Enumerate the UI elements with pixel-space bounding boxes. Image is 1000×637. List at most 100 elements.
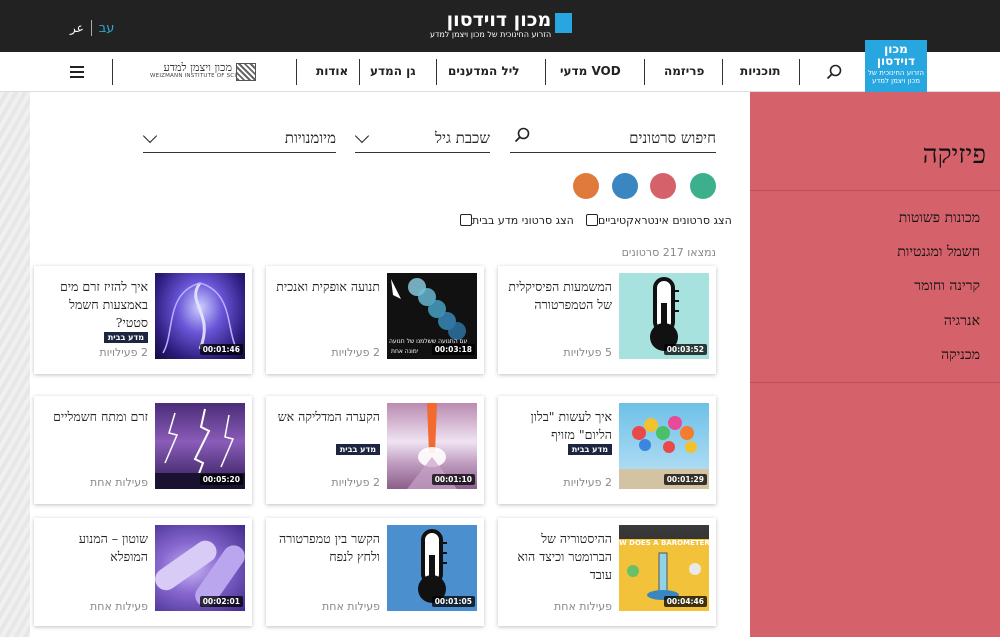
video-title[interactable]: איך להזיז זרם מים באמצעות חשמל סטטי? [44,278,148,332]
main-nav: מכון ויצמן למדע WEIZMANN INSTITUTE OF SC… [0,52,1000,92]
video-activities: 2 פעילויות [331,476,380,489]
hamburger-menu-icon[interactable] [70,66,84,78]
thumb-caption: ימונה אחת [391,348,419,355]
video-title[interactable]: זרם ומתח חשמליים [44,408,148,426]
video-duration: 00:01:46 [199,344,243,355]
video-duration: 00:01:05 [431,596,475,607]
corner-logo-line2: דוידסון [876,54,916,68]
sidebar-item-radiation[interactable]: קרינה וחומר [750,278,1000,295]
video-duration: 00:01:10 [431,474,475,485]
nav-divider [644,59,645,85]
color-filter-green[interactable] [690,173,716,199]
logo-subtitle: הזרוע החינוכית של מכון ויצמן למדע [430,30,552,39]
nav-item-science-garden[interactable]: גן המדע [370,64,416,78]
video-title[interactable]: שוטון – המנוע המופלא [44,530,148,566]
video-duration: 00:03:52 [663,344,707,355]
chevron-down-icon [142,128,158,144]
video-thumbnail[interactable]: W DOES A BAROMETER WOR 00:04:46 [619,525,709,611]
video-card[interactable]: 00:01:46 איך להזיז זרם מים באמצעות חשמל … [34,266,252,374]
video-thumbnail[interactable]: 00:01:10 [387,403,477,489]
video-card[interactable]: 00:02:01 שוטון – המנוע המופלא פעילות אחת [34,518,252,626]
video-title[interactable]: הקשר בין טמפרטורה ולחץ לנפח [276,530,380,566]
sidebar-item-energy[interactable]: אנרגיה [750,313,1000,330]
nav-divider [359,59,360,85]
video-title[interactable]: המשמעות הפיסיקלית של הטמפרטורה [508,278,612,314]
video-thumbnail[interactable]: 00:05:20 [155,403,245,489]
video-activities: פעילות אחת [322,600,380,613]
sidebar-item-mechanics[interactable]: מכניקה [750,347,1000,364]
corner-logo-tagline: הזרוע החינוכית של מכון ויצמן למדע [868,69,924,85]
video-thumbnail[interactable]: 00:03:52 [619,273,709,359]
video-activities: 2 פעילויות [331,346,380,359]
grade-label: שכבת גיל [435,129,490,147]
nav-divider [436,59,437,85]
video-card[interactable]: 00:01:10 הקערה המדליקה אש מדע בבית 2 פעי… [266,396,484,504]
decorative-stripes [0,92,30,637]
search-icon[interactable] [514,127,530,143]
video-thumbnail[interactable]: 00:01:46 [155,273,245,359]
weizmann-emblem-icon [236,63,256,81]
search-icon[interactable] [826,64,842,80]
language-switcher: عر עב [70,20,114,36]
subject-sidebar: פיזיקה מכונות פשוטות חשמל ומגנטיות קרינה… [750,92,1000,637]
grade-dropdown[interactable]: שכבת גיל [354,127,490,153]
video-duration: 00:01:29 [663,474,707,485]
logo-title: מכון דוידסון [446,9,552,31]
lang-arabic-link[interactable]: عر [70,21,84,35]
nav-item-vod[interactable]: VOD מדעי [560,64,621,78]
logo-speech-square-icon [555,13,572,33]
video-card[interactable]: עם התנועה ששלמנו של תנועה ימונה אחת 00:0… [266,266,484,374]
video-duration: 00:02:01 [199,596,243,607]
home-science-checkbox[interactable]: הצג סרטוני מדע בבית [456,212,574,228]
nav-item-programs[interactable]: תוכניות [740,64,780,78]
weizmann-logo[interactable]: מכון ויצמן למדע WEIZMANN INSTITUTE OF SC… [150,61,260,83]
nav-item-prisma[interactable]: פריזמה [664,64,704,78]
video-card[interactable]: 00:05:20 זרם ומתח חשמליים פעילות אחת [34,396,252,504]
color-filter-orange[interactable] [573,173,599,199]
video-activities: פעילות אחת [90,600,148,613]
video-card[interactable]: 00:03:52 המשמעות הפיסיקלית של הטמפרטורה … [498,266,716,374]
video-thumbnail[interactable]: 00:01:29 [619,403,709,489]
color-filter-blue[interactable] [612,173,638,199]
checkbox-box[interactable] [460,214,472,226]
interactive-videos-checkbox[interactable]: הצג סרטונים אינטראקטיביים [582,212,732,228]
checkbox-box[interactable] [586,214,598,226]
video-title[interactable]: תנועה אופקית ואנכית [276,278,380,296]
results-count: נמצאו 217 סרטונים [621,246,716,259]
video-card[interactable]: W DOES A BAROMETER WOR 00:04:46 ההיסטורי… [498,518,716,626]
video-activities: פעילות אחת [554,600,612,613]
video-duration: 00:03:18 [431,344,475,355]
sidebar-divider [750,382,1000,383]
video-search-input[interactable]: חיפוש סרטונים [510,127,716,153]
nav-divider [545,59,546,85]
nav-divider [722,59,723,85]
top-bar: عر עב מכון דוידסון הזרוע החינוכית של מכו… [0,0,1000,52]
sidebar-item-simple-machines[interactable]: מכונות פשוטות [750,210,1000,227]
video-title[interactable]: הקערה המדליקה אש [276,408,380,426]
nav-divider [112,59,113,85]
video-duration: 00:05:20 [199,474,243,485]
skills-dropdown[interactable]: מיומנויות [142,127,336,153]
lang-hebrew-link[interactable]: עב [99,21,115,36]
video-activities: פעילות אחת [90,476,148,489]
video-card[interactable]: 00:01:29 איך לעשות "בלון הליום" מזויף מד… [498,396,716,504]
home-science-badge: מדע בבית [335,444,380,455]
nav-divider [799,59,800,85]
video-title[interactable]: ההיסטוריה של הברומטר וכיצד הוא עובד [508,530,612,584]
home-science-badge: מדע בבית [103,332,148,343]
sidebar-item-electricity[interactable]: חשמל ומגנטיות [750,244,1000,261]
subject-title: פיזיקה [922,140,986,170]
color-filter-red[interactable] [650,173,676,199]
interactive-videos-label: הצג סרטונים אינטראקטיביים [598,213,732,227]
nav-item-about[interactable]: אודות [316,64,348,78]
video-activities: 5 פעילויות [563,346,612,359]
video-thumbnail[interactable]: 00:02:01 [155,525,245,611]
nav-item-researchers-night[interactable]: ליל המדענים [448,64,520,78]
video-thumbnail[interactable]: 00:01:05 [387,525,477,611]
nav-divider [296,59,297,85]
video-card[interactable]: 00:01:05 הקשר בין טמפרטורה ולחץ לנפח פעי… [266,518,484,626]
video-title[interactable]: איך לעשות "בלון הליום" מזויף [508,408,612,444]
skills-label: מיומנויות [284,129,336,147]
video-thumbnail[interactable]: עם התנועה ששלמנו של תנועה ימונה אחת 00:0… [387,273,477,359]
davidson-logo[interactable]: מכון דוידסון הזרוע החינוכית של מכון ויצמ… [430,10,572,44]
